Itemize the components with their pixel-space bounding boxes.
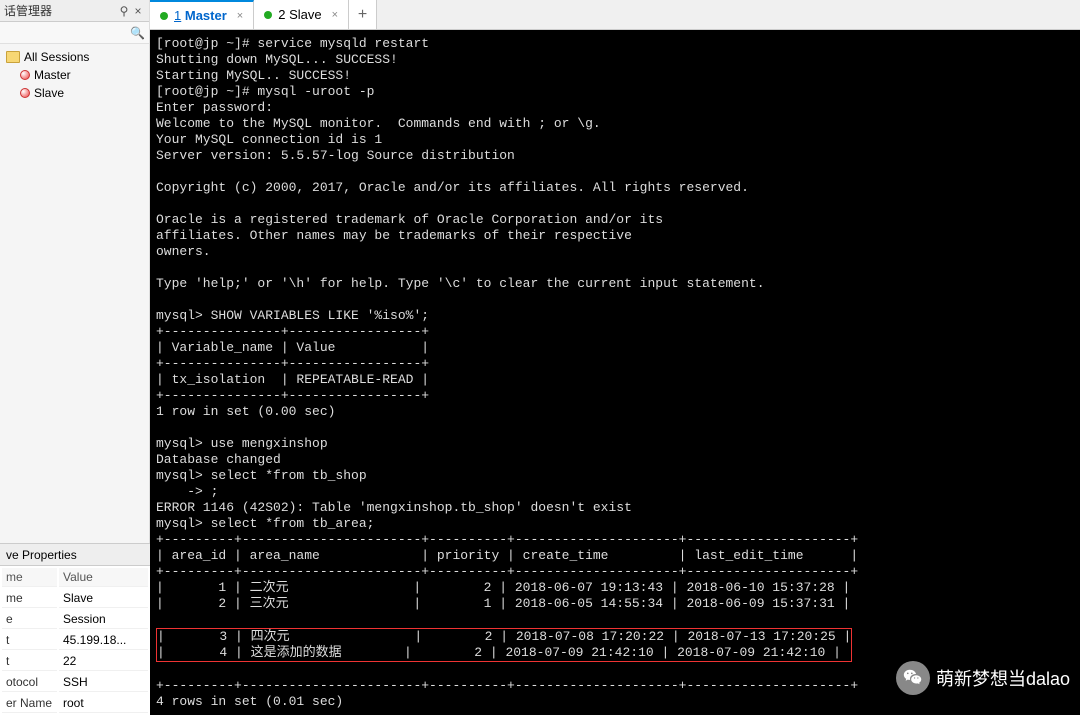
tab-master[interactable]: 1 Master × — [150, 0, 254, 29]
terminal-output-after: +---------+-----------------------+-----… — [156, 678, 858, 715]
session-icon — [20, 70, 30, 80]
property-row: t45.199.18... — [2, 631, 148, 650]
tab-slave[interactable]: 2 Slave × — [254, 0, 349, 29]
tree-root-label: All Sessions — [24, 50, 89, 64]
tree-item-label: Slave — [34, 86, 64, 100]
tree-root[interactable]: All Sessions — [2, 48, 147, 66]
panel-title: 话管理器 — [4, 2, 117, 19]
properties-header: ve Properties — [0, 544, 150, 566]
terminal[interactable]: [root@jp ~]# service mysqld restart Shut… — [150, 30, 1080, 715]
properties-panel: ve Properties me Value meSlave eSession … — [0, 543, 150, 715]
folder-icon — [6, 51, 20, 63]
panel-header: 话管理器 ⚲ × — [0, 0, 149, 22]
tab-bar: 1 Master × 2 Slave × + — [150, 0, 1080, 30]
session-icon — [20, 88, 30, 98]
search-row: 🔍 — [0, 22, 149, 44]
tab-close-icon[interactable]: × — [332, 9, 338, 21]
property-row: eSession — [2, 610, 148, 629]
col-name: me — [2, 568, 57, 587]
session-tree: All Sessions Master Slave — [0, 44, 149, 106]
terminal-output: [root@jp ~]# service mysqld restart Shut… — [156, 36, 858, 611]
tree-item-master[interactable]: Master — [2, 66, 147, 84]
status-dot-icon — [160, 12, 168, 20]
tree-item-slave[interactable]: Slave — [2, 84, 147, 102]
status-dot-icon — [264, 11, 272, 19]
tree-item-label: Master — [34, 68, 71, 82]
col-value: Value — [59, 568, 148, 587]
properties-table: me Value meSlave eSession t45.199.18... … — [0, 566, 150, 715]
close-icon[interactable]: × — [131, 4, 145, 18]
property-row: otocolSSH — [2, 673, 148, 692]
property-row: meSlave — [2, 589, 148, 608]
highlighted-rows: | 3 | 四次元 | 2 | 2018-07-08 17:20:22 | 20… — [156, 628, 852, 662]
search-icon[interactable]: 🔍 — [130, 26, 145, 40]
properties-header-row: me Value — [2, 568, 148, 587]
property-row: er Nameroot — [2, 694, 148, 713]
tab-close-icon[interactable]: × — [237, 10, 243, 22]
tab-add-button[interactable]: + — [349, 0, 377, 29]
property-row: t22 — [2, 652, 148, 671]
pin-icon[interactable]: ⚲ — [117, 4, 131, 18]
